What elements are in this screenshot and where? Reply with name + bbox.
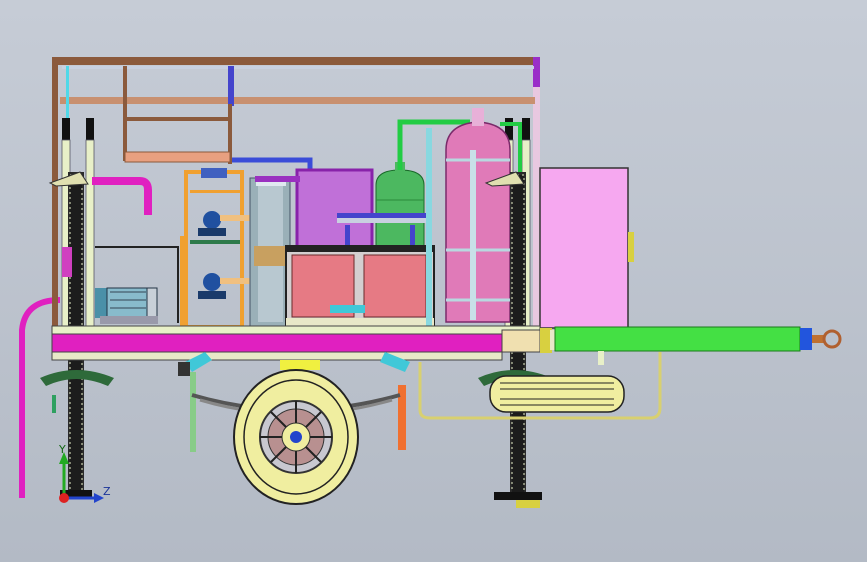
electrical-panel xyxy=(539,167,634,329)
filter-column xyxy=(249,177,291,329)
top-left-pipe xyxy=(92,177,152,215)
chassis xyxy=(51,325,555,361)
tow-bar xyxy=(554,326,842,365)
y-axis-label: Y xyxy=(59,443,66,456)
spare-tire xyxy=(418,352,662,420)
green-vessel xyxy=(375,162,425,251)
main-wheel xyxy=(233,369,359,505)
cad-viewport[interactable]: Y Z xyxy=(0,0,867,562)
battery-packs xyxy=(285,245,435,327)
trailer-model xyxy=(19,57,842,508)
z-axis-label: Z xyxy=(103,485,111,498)
gas-cylinder xyxy=(445,108,511,323)
